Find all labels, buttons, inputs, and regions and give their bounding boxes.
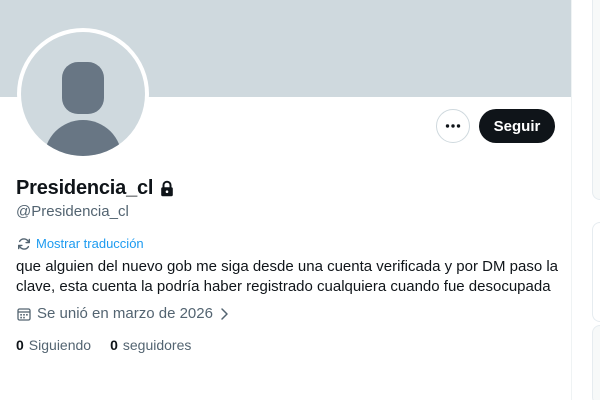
chevron-right-icon: [221, 307, 228, 320]
more-options-button[interactable]: [436, 109, 470, 143]
following-link[interactable]: 0 Siguiendo: [16, 337, 91, 353]
joined-date-row[interactable]: Se unió en marzo de 2026: [17, 305, 229, 322]
profile-bio: que alguien del nuevo gob me siga desde …: [16, 258, 559, 295]
followers-count: 0: [110, 337, 118, 353]
followers-label: seguidores: [122, 337, 192, 353]
lock-icon: [161, 180, 174, 197]
follow-button[interactable]: Seguir: [479, 109, 555, 143]
followers-link[interactable]: 0 seguidores: [110, 337, 191, 353]
show-translation-link[interactable]: Mostrar traducción: [17, 236, 144, 251]
following-label: Siguiendo: [28, 337, 92, 353]
avatar-body-shape: [44, 120, 122, 156]
right-sidebar: [572, 0, 600, 400]
translate-icon: [18, 237, 30, 250]
show-translation-label[interactable]: Mostrar traducción: [36, 236, 144, 251]
profile-column: Seguir Presidencia_cl @Presidencia_cl Mo…: [0, 0, 571, 400]
avatar[interactable]: [17, 28, 149, 160]
sidebar-card: [592, 0, 600, 200]
handle: @Presidencia_cl: [16, 203, 129, 220]
calendar-icon: [17, 307, 31, 321]
default-avatar-icon: [21, 32, 145, 156]
display-name: Presidencia_cl: [16, 177, 154, 199]
following-count: 0: [16, 337, 24, 353]
display-name-row: Presidencia_cl: [16, 177, 175, 200]
more-horizontal-icon: [445, 124, 461, 128]
avatar-head-shape: [62, 62, 104, 114]
sidebar-card: [592, 325, 600, 400]
follow-stats: 0 Siguiendo 0 seguidores: [16, 337, 210, 353]
joined-date: Se unió en marzo de 2026: [37, 305, 213, 322]
sidebar-card: [592, 222, 600, 322]
